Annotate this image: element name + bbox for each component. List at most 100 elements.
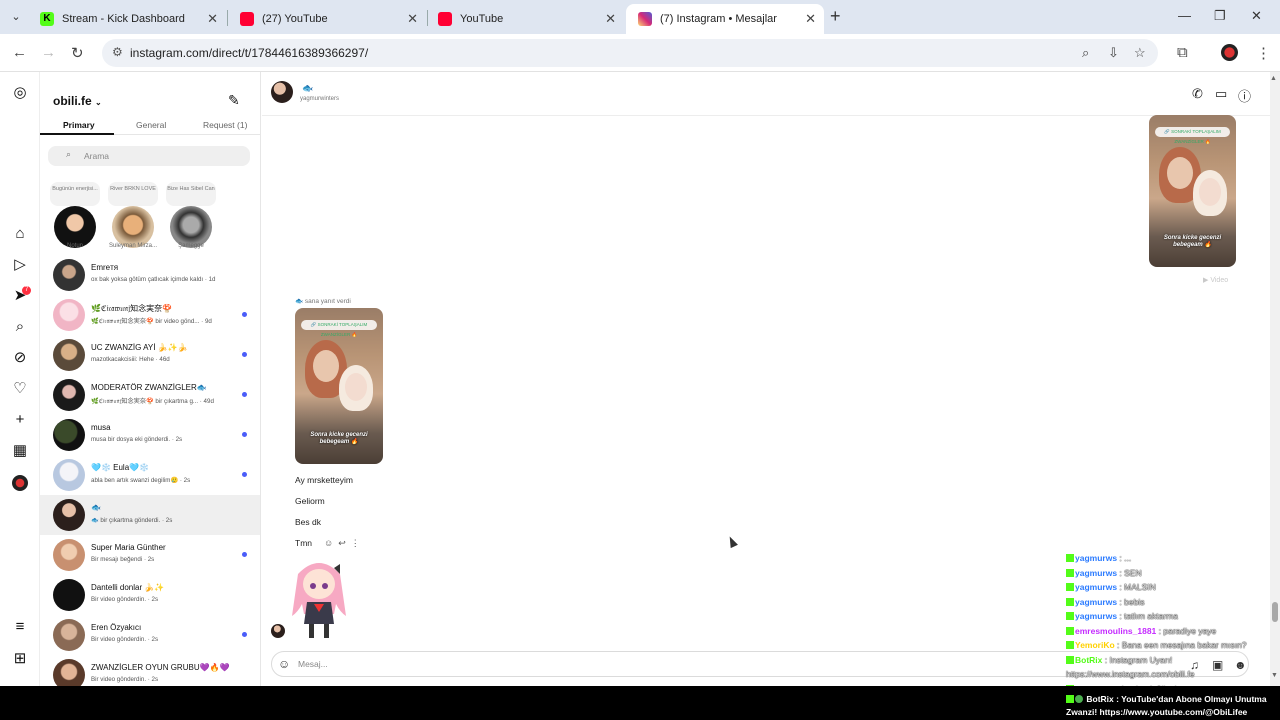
heart-icon[interactable]: ♡ xyxy=(11,380,29,398)
unread-dot xyxy=(242,312,247,317)
bookmark-star-icon[interactable]: ☆ xyxy=(1134,45,1146,61)
close-tab-icon[interactable]: ✕ xyxy=(207,11,218,27)
tab-kick-dashboard[interactable]: K Stream - Kick Dashboard ✕ xyxy=(28,4,226,34)
note-bubble[interactable]: Bize Has Sibel Can xyxy=(166,182,216,206)
conversation-item[interactable]: musa musa bir dosya eki gönderdi. · 2s xyxy=(40,415,260,455)
chat-username: emresmoulins_1881 xyxy=(1075,625,1157,636)
home-icon[interactable]: ⌂ xyxy=(11,225,29,243)
search-icon[interactable]: ⌕ xyxy=(11,318,29,336)
create-icon[interactable]: + xyxy=(11,411,29,429)
story-avatar[interactable] xyxy=(112,206,154,248)
tab-general[interactable]: General xyxy=(136,120,166,130)
new-tab-button[interactable]: + xyxy=(830,6,841,27)
phone-icon[interactable]: ✆ xyxy=(1192,86,1203,102)
story-avatar[interactable] xyxy=(170,206,212,248)
restore-button[interactable]: ❐ xyxy=(1214,8,1226,24)
install-icon[interactable]: ⇩ xyxy=(1108,45,1119,61)
conversation-name: 🐟 xyxy=(91,503,101,512)
conversation-item[interactable]: 🌿ℭ𝔦𝔠𝔞𝔴𝔲𝔫𝔧知念実奈🍄 🌿ℭ𝔦𝔠𝔞𝔴𝔲𝔫𝔧知念実奈🍄 bir video … xyxy=(40,295,260,335)
message-bubble[interactable]: Bes dk xyxy=(295,517,321,527)
tab-requests[interactable]: Request (1) xyxy=(203,120,247,130)
message-bubble[interactable]: Geliorm xyxy=(295,496,325,506)
account-name: obili.fe xyxy=(53,94,92,108)
tab-youtube-27[interactable]: (27) YouTube ✕ xyxy=(228,4,426,34)
scrollbar[interactable]: ▲ ▼ xyxy=(1270,72,1280,686)
avatar[interactable] xyxy=(271,81,293,103)
reload-button[interactable]: ↻ xyxy=(71,44,84,62)
reply-media-thumbnail[interactable]: 🔗 SONRAKİ TOPLAŞALIM ZWANZİGLER 🔥 Sonra … xyxy=(295,308,383,464)
kick-badge-icon xyxy=(1066,583,1074,591)
avatar xyxy=(53,539,85,571)
conversation-item[interactable]: Emreтя ox bak yoksa götüm çatlıcak içimd… xyxy=(40,255,260,295)
scrollbar-thumb[interactable] xyxy=(1272,602,1278,622)
reply-icon[interactable]: ↩ xyxy=(338,538,351,548)
back-button[interactable]: ← xyxy=(12,44,27,61)
conversation-item[interactable]: Eren Özyakıcı Bir video gönderdin. · 2s xyxy=(40,615,260,655)
chat-header: 🐟 yagmurwinters ✆ ▭ ⓘ xyxy=(262,72,1270,116)
video-call-icon[interactable]: ▭ xyxy=(1215,86,1227,102)
conversation-item[interactable]: MODERATÖR ZWANZİGLER🐟 🌿ℭ𝔦𝔠𝔞𝔴𝔲𝔫𝔧知念実奈🍄 bir… xyxy=(40,375,260,415)
tab-primary[interactable]: Primary xyxy=(63,120,95,130)
person-shape xyxy=(1167,157,1193,189)
profile-avatar[interactable] xyxy=(1221,44,1238,61)
tab-search-icon[interactable]: ⌄ xyxy=(6,7,26,27)
conversation-item[interactable]: Super Maria Günther Bir mesajı beğendi ·… xyxy=(40,535,260,575)
avatar xyxy=(53,259,85,291)
conversation-name: ZWANZİGLER OYUN GRUBU💜🔥💜 xyxy=(91,663,230,672)
tab-title: Stream - Kick Dashboard xyxy=(62,13,185,25)
react-icon[interactable]: ☺ xyxy=(324,538,338,548)
info-icon[interactable]: ⓘ xyxy=(1238,86,1251,105)
kick-badge-icon xyxy=(1066,597,1074,606)
close-window-button[interactable]: ✕ xyxy=(1251,8,1262,24)
profile-avatar[interactable] xyxy=(12,475,28,491)
conversation-item[interactable]: Dantelli donlar 🍌✨ Bir video gönderdin. … xyxy=(40,575,260,615)
zoom-icon[interactable]: ⌕ xyxy=(1082,45,1089,61)
message-input[interactable]: Mesaj... xyxy=(298,659,328,669)
anime-sticker[interactable] xyxy=(288,554,350,642)
conversation-item[interactable]: 🩵❄️ Eula🩵❄️ abla ben artık swanzi degili… xyxy=(40,455,260,495)
note-bubble[interactable]: Bugünün enerjisi... xyxy=(50,182,100,206)
explore-icon[interactable]: ⊘ xyxy=(11,349,29,367)
url-text[interactable]: instagram.com/direct/t/17844616389366297… xyxy=(130,46,368,60)
conversation-preview: Bir video gönderdin. · 2s xyxy=(91,636,159,643)
chat-title[interactable]: 🐟 xyxy=(302,83,313,94)
apps-icon[interactable]: ⊞ xyxy=(11,650,29,668)
stream-chat-line: BotRix : Instagram Uyarı! xyxy=(1066,655,1172,665)
instagram-logo-icon[interactable]: ◎ xyxy=(11,84,29,102)
menu-icon[interactable]: ≡ xyxy=(11,618,29,636)
insights-icon[interactable]: ▦ xyxy=(11,442,29,460)
person-shape xyxy=(313,350,339,382)
browser-menu-icon[interactable]: ⋮ xyxy=(1256,44,1271,62)
sent-video-thumbnail[interactable]: 🔗 SONRAKİ TOPLAŞALIM ZWANZİGLER 🔥 Sonra … xyxy=(1149,115,1236,267)
scroll-up-icon[interactable]: ▲ xyxy=(1270,75,1277,82)
avatar xyxy=(271,624,285,638)
chat-message: : tatlım aktarma xyxy=(1117,611,1178,621)
close-tab-icon[interactable]: ✕ xyxy=(605,11,616,27)
story-avatar[interactable] xyxy=(54,206,96,248)
conversation-name: Eren Özyakıcı xyxy=(91,623,142,632)
more-icon[interactable]: ⋮ xyxy=(351,538,365,548)
close-tab-icon[interactable]: ✕ xyxy=(805,11,816,27)
minimize-button[interactable]: — xyxy=(1178,8,1191,23)
account-switcher[interactable]: obili.fe ⌄ xyxy=(53,94,102,108)
omnibox[interactable]: ⚙ instagram.com/direct/t/178446163893662… xyxy=(102,39,1158,67)
conversation-preview: Bir video gönderdin. · 2s xyxy=(91,596,159,603)
conversation-item-selected[interactable]: 🐟 🐟 bir çıkartma gönderdi. · 2s xyxy=(40,495,260,535)
tab-instagram[interactable]: (7) Instagram • Mesajlar ✕ xyxy=(626,4,824,34)
emoji-icon[interactable]: ☺ xyxy=(278,657,290,671)
site-info-icon[interactable]: ⚙ xyxy=(112,45,123,59)
search-input[interactable]: ⌕ Arama xyxy=(48,146,250,166)
conversation-item[interactable]: ZWANZİGLER OYUN GRUBU💜🔥💜 Bir video gönde… xyxy=(40,655,260,686)
scroll-down-icon[interactable]: ▼ xyxy=(1271,672,1278,679)
reels-icon[interactable]: ▷ xyxy=(11,256,29,274)
note-bubble[interactable]: River BRKN LOVE xyxy=(108,182,158,206)
compose-icon[interactable]: ✎ xyxy=(228,92,240,109)
extensions-icon[interactable]: ⧉ xyxy=(1177,44,1188,61)
conversation-item[interactable]: UC ZWANZİG AYİ 🍌✨🍌 mazotkacakcisiii: Heh… xyxy=(40,335,260,375)
youtube-favicon-icon xyxy=(438,12,452,26)
close-tab-icon[interactable]: ✕ xyxy=(407,11,418,27)
tab-youtube[interactable]: YouTube ✕ xyxy=(426,4,624,34)
message-bubble[interactable]: Tmn xyxy=(295,538,312,548)
forward-button[interactable]: → xyxy=(41,44,56,61)
message-bubble[interactable]: Ay mrsketteyim xyxy=(295,475,353,485)
